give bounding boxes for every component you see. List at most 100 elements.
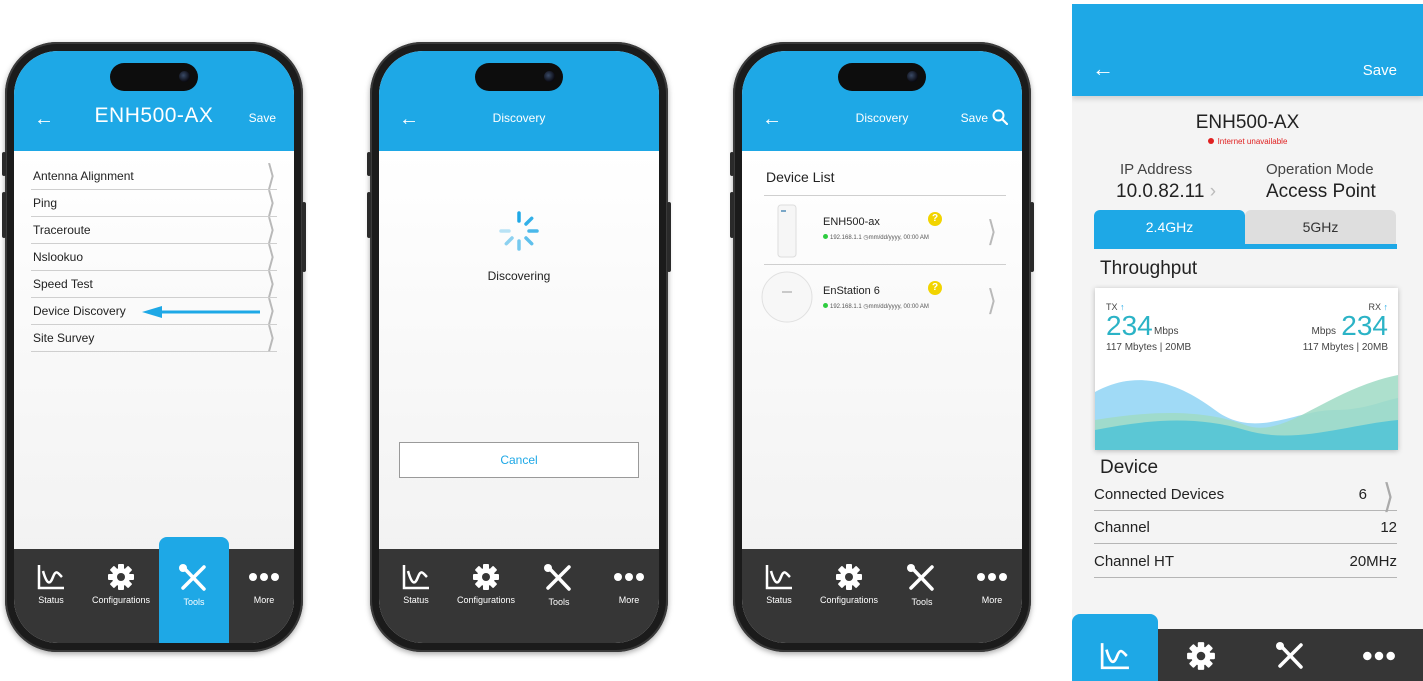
- rx-unit: Mbps: [1311, 326, 1336, 337]
- rx-detail: 117 Mbytes | 20MB: [1302, 342, 1388, 353]
- dynamic-island: [475, 63, 563, 91]
- device-list-item[interactable]: ENH500-ax ? 192.168.1.1 ◷mm/dd/yyyy, 00:…: [758, 198, 1006, 264]
- back-arrow-icon[interactable]: ←: [1092, 56, 1114, 82]
- tool-label: Site Survey: [33, 331, 95, 345]
- tools-list: Antenna Alignment ❭ Ping ❭ Traceroute ❭ Nsl…: [31, 160, 277, 352]
- app-header: ← Save: [1072, 4, 1423, 96]
- tab-more[interactable]: More: [957, 549, 1022, 643]
- gear-icon: [108, 564, 134, 590]
- chevron-right-icon: ❭: [986, 285, 998, 315]
- tools-icon: [544, 564, 571, 591]
- divider: [764, 195, 1006, 196]
- tab-status[interactable]: Status: [744, 549, 814, 643]
- internet-status: Internet unavailable: [1072, 137, 1423, 146]
- phone-device-list-screen: ← Discovery Save Device List ENH500-ax ?…: [730, 42, 1034, 652]
- question-badge-icon[interactable]: ?: [928, 212, 942, 226]
- row-value: 6: [1358, 486, 1367, 503]
- row-label: Channel HT: [1094, 553, 1175, 570]
- tab-bar: Status Configurations Tools More: [742, 549, 1022, 643]
- tab-status[interactable]: Status: [381, 549, 451, 643]
- device-list-title: Device List: [766, 169, 835, 185]
- tab-more[interactable]: More: [594, 549, 659, 643]
- status-chart-icon: [765, 565, 792, 590]
- throughput-wave-graph: [1095, 375, 1398, 450]
- phone-tools-screen: ← ENH500-AX Save Antenna Alignment ❭ Ping…: [2, 42, 306, 652]
- save-button[interactable]: Save: [1363, 62, 1397, 79]
- tool-item-ping[interactable]: Ping ❭: [31, 187, 277, 217]
- pointer-arrow-icon: [142, 306, 260, 318]
- tab-more[interactable]: More: [229, 549, 294, 643]
- cancel-button[interactable]: Cancel: [399, 442, 639, 478]
- tab-more[interactable]: [1336, 629, 1422, 681]
- discovering-status: Discovering: [487, 269, 551, 283]
- band-tab-5ghz[interactable]: 5GHz: [1245, 210, 1396, 244]
- save-button[interactable]: Save: [249, 111, 276, 125]
- ip-address-value[interactable]: 10.0.82.11 ›: [1116, 181, 1216, 203]
- save-button[interactable]: Save: [961, 111, 988, 125]
- tool-item-traceroute[interactable]: Traceroute ❭: [31, 216, 277, 244]
- throughput-title: Throughput: [1100, 258, 1198, 279]
- tool-item-antenna-alignment[interactable]: Antenna Alignment ❭: [31, 160, 277, 190]
- channel-row: Channel 12: [1094, 511, 1397, 544]
- ip-address-label: IP Address: [1120, 161, 1193, 178]
- tab-tools[interactable]: Tools: [524, 549, 594, 643]
- channel-ht-row: Channel HT 20MHz: [1094, 545, 1397, 578]
- device-list-item[interactable]: EnStation 6 ? 192.168.1.1 ◷mm/dd/yyyy, 0…: [758, 267, 1006, 333]
- phone-discovering-screen: ← Discovery Discovering Cancel Status Co…: [367, 42, 671, 652]
- tool-label: Device Discovery: [33, 304, 126, 318]
- search-icon[interactable]: [992, 109, 1008, 125]
- device-name: ENH500-ax: [823, 216, 880, 228]
- tab-configurations[interactable]: Configurations: [809, 549, 889, 643]
- tab-status[interactable]: [1072, 614, 1158, 681]
- gear-icon: [473, 564, 499, 590]
- online-status-icon: [823, 303, 828, 308]
- screen: ← ENH500-AX Save Antenna Alignment ❭ Ping…: [14, 51, 294, 643]
- tab-label: More: [618, 595, 640, 605]
- band-underline: [1094, 244, 1397, 249]
- tool-label: Antenna Alignment: [33, 169, 134, 183]
- tab-label: Status: [403, 595, 429, 605]
- online-status-icon: [823, 234, 828, 239]
- tx-value: 234: [1106, 310, 1153, 341]
- tab-configurations[interactable]: Configurations: [81, 549, 161, 643]
- device-meta: 192.168.1.1 ◷mm/dd/yyyy, 00:00 AM: [823, 303, 929, 310]
- more-dots-icon: [977, 573, 1007, 581]
- tab-label: Configurations: [456, 595, 516, 605]
- device-ip: 192.168.1.1: [830, 304, 862, 310]
- tab-tools[interactable]: Tools: [159, 537, 229, 643]
- chevron-right-icon: ❭: [265, 160, 277, 190]
- more-dots-icon: [614, 573, 644, 581]
- device-image-outdoor-ap: [777, 204, 797, 258]
- dynamic-island: [838, 63, 926, 91]
- divider: [764, 264, 1006, 265]
- row-value: 20MHz: [1349, 553, 1397, 570]
- tool-label: Ping: [33, 196, 58, 210]
- screen: ← Discovery Discovering Cancel Status Co…: [379, 51, 659, 643]
- throughput-card: TX ↑ 234 Mbps 117 Mbytes | 20MB RX ↑ 234…: [1095, 288, 1398, 450]
- tools-icon: [1276, 642, 1303, 669]
- offline-status-icon: [1207, 138, 1214, 144]
- gear-icon: [836, 564, 862, 590]
- chevron-right-icon: ❭: [986, 216, 998, 246]
- connected-devices-row[interactable]: Connected Devices 6 ❭: [1094, 478, 1397, 513]
- tool-item-speed-test[interactable]: Speed Test ❭: [31, 270, 277, 298]
- tab-tools[interactable]: [1248, 629, 1334, 681]
- tab-bar: Status Configurations Tools More: [14, 537, 294, 643]
- tab-label: Configurations: [91, 595, 151, 605]
- tab-tools[interactable]: Tools: [887, 549, 957, 643]
- tab-label: More: [253, 595, 275, 605]
- question-badge-icon[interactable]: ?: [928, 281, 942, 295]
- tab-configurations[interactable]: [1158, 629, 1244, 681]
- chevron-right-icon: ❭: [265, 187, 277, 217]
- tab-status[interactable]: Status: [16, 549, 86, 643]
- chevron-right-icon: ❭: [265, 295, 277, 325]
- band-tab-2-4ghz[interactable]: 2.4GHz: [1094, 210, 1245, 244]
- tab-configurations[interactable]: Configurations: [446, 549, 526, 643]
- row-label: Channel: [1094, 519, 1150, 536]
- tool-item-site-survey[interactable]: Site Survey ❭: [31, 324, 277, 352]
- device-list-content: Device List ENH500-ax ? 192.168.1.1 ◷mm/…: [742, 151, 1022, 561]
- internet-status-text: Internet unavailable: [1217, 137, 1288, 146]
- status-panel: ← Save ENH500-AX Internet unavailable IP…: [1072, 4, 1423, 681]
- tool-item-nslookup[interactable]: Nslookuo ❭: [31, 243, 277, 271]
- chevron-right-icon: ❭: [1381, 478, 1395, 513]
